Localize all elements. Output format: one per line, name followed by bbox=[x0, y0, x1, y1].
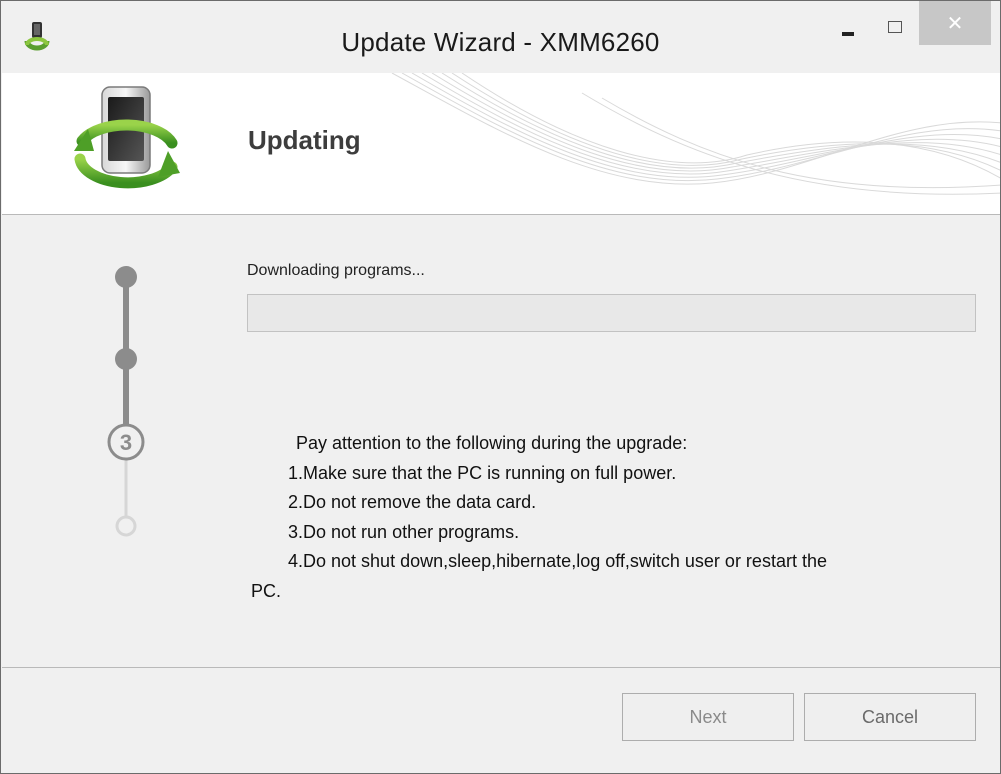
minimize-button[interactable] bbox=[827, 5, 869, 43]
upgrade-notes: Pay attention to the following during th… bbox=[251, 429, 827, 606]
notes-item-wrap: PC. bbox=[251, 580, 282, 601]
download-progress-bar bbox=[247, 294, 976, 332]
phone-sync-icon bbox=[74, 86, 180, 189]
notes-item: 4.Do not shut down,sleep,hibernate,log o… bbox=[288, 551, 827, 571]
title-bar[interactable]: Update Wizard - XMM6260 ✕ bbox=[1, 1, 1000, 73]
step-1-done bbox=[115, 266, 137, 288]
notes-item: 2.Do not remove the data card. bbox=[288, 492, 537, 512]
decorative-waves bbox=[391, 73, 1000, 195]
header-title: Updating bbox=[248, 125, 361, 155]
footer-divider bbox=[2, 667, 1000, 668]
notes-item: 3.Do not run other programs. bbox=[288, 521, 520, 542]
notes-item: 1.Make sure that the PC is running on fu… bbox=[288, 462, 677, 483]
close-button[interactable]: ✕ bbox=[919, 1, 991, 45]
step-indicator: 3 bbox=[107, 266, 145, 537]
maximize-button[interactable] bbox=[873, 5, 915, 43]
next-button[interactable]: Next bbox=[622, 693, 794, 741]
step-3-label: 3 bbox=[120, 430, 132, 455]
close-icon: ✕ bbox=[946, 11, 964, 35]
step-2-done bbox=[115, 348, 137, 370]
status-text: Downloading programs... bbox=[247, 262, 425, 279]
update-wizard-window: Update Wizard - XMM6260 ✕ Updating 3 Dow… bbox=[0, 0, 1001, 774]
wizard-header: Updating bbox=[2, 73, 1000, 215]
notes-heading: Pay attention to the following during th… bbox=[296, 433, 688, 453]
step-4-pending bbox=[115, 515, 137, 537]
cancel-button[interactable]: Cancel bbox=[804, 693, 976, 741]
